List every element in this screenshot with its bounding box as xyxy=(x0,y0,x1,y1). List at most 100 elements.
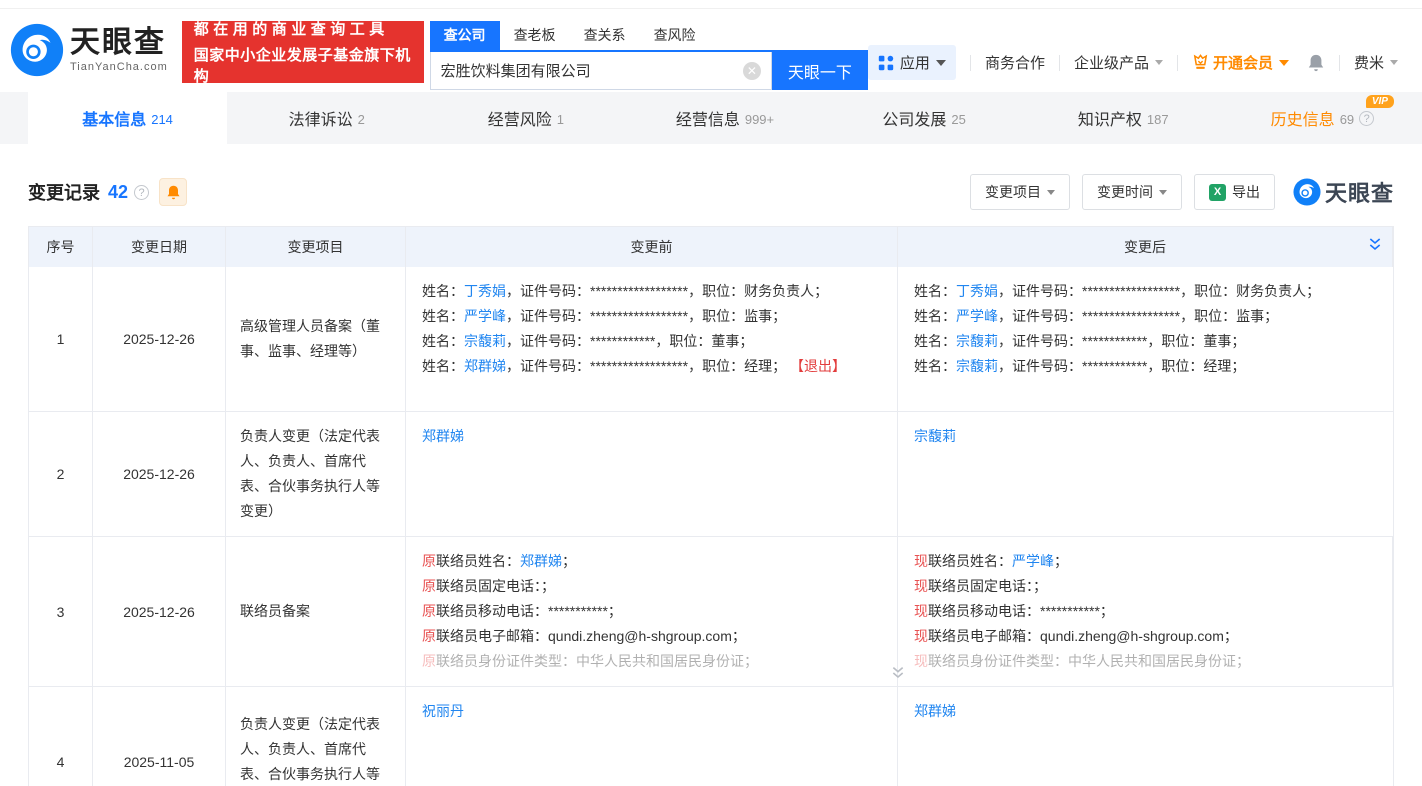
person-link[interactable]: 郑群娣 xyxy=(520,553,562,569)
person-link[interactable]: 祝丽丹 xyxy=(422,703,464,719)
search-block: 查公司查老板查关系查风险 宏胜饮料集团有限公司 ✕ 天眼一下 xyxy=(430,21,868,90)
after-cell: 现联络员姓名：严学峰；现联络员固定电话：；现联络员移动电话：**********… xyxy=(898,537,1393,686)
person-link[interactable]: 郑群娣 xyxy=(422,428,464,444)
tab-知识产权[interactable]: 知识产权187 xyxy=(1024,92,1223,144)
cell-line: 原联络员身份证件类型：中华人民共和国居民身份证； xyxy=(422,649,881,674)
tab-label: 知识产权 xyxy=(1078,106,1142,130)
cell-line: 郑群娣 xyxy=(422,424,881,449)
subscribe-bell-button[interactable] xyxy=(159,178,187,206)
search-tab-查风险[interactable]: 查风险 xyxy=(640,21,710,50)
cell-text: 联络员移动电话：***********； xyxy=(928,603,1114,619)
tab-count: 69 xyxy=(1340,112,1354,127)
watermark-text: 天眼查 xyxy=(1325,176,1394,208)
person-link[interactable]: 丁秀娟 xyxy=(956,283,998,299)
cell-line: 郑群娣 xyxy=(914,699,1377,724)
after-cell: 郑群娣 xyxy=(898,687,1393,786)
filter-change-item-button[interactable]: 变更项目 xyxy=(970,174,1070,210)
help-icon[interactable]: ? xyxy=(1359,111,1374,126)
tab-count: 214 xyxy=(151,112,173,127)
tianyancha-logo[interactable]: 天眼查 TianYanCha.com xyxy=(10,23,168,77)
person-link[interactable]: 严学峰 xyxy=(464,308,506,324)
row-index: 4 xyxy=(29,687,93,786)
after-cell: 姓名：丁秀娟，证件号码：******************，职位：财务负责人；… xyxy=(898,267,1393,411)
excel-icon: X xyxy=(1209,184,1226,201)
business-cooperation-label: 商务合作 xyxy=(985,52,1045,73)
change-date: 2025-12-26 xyxy=(93,537,226,686)
clear-search-icon[interactable]: ✕ xyxy=(743,62,761,80)
tab-公司发展[interactable]: 公司发展25 xyxy=(825,92,1024,144)
cell-text: ； xyxy=(562,553,576,569)
chevron-down-icon xyxy=(1155,60,1163,65)
export-button[interactable]: X 导出 xyxy=(1194,174,1275,210)
tab-基本信息[interactable]: 基本信息214 xyxy=(28,92,227,144)
apps-menu[interactable]: 应用 xyxy=(868,45,956,80)
expand-all-icon[interactable] xyxy=(1367,236,1383,257)
change-date: 2025-12-26 xyxy=(93,267,226,411)
tab-法律诉讼[interactable]: 法律诉讼2 xyxy=(227,92,426,144)
tab-经营风险[interactable]: 经营风险1 xyxy=(426,92,625,144)
search-input[interactable]: 宏胜饮料集团有限公司 ✕ xyxy=(430,52,772,90)
section-title: 变更记录 xyxy=(28,179,100,205)
expand-row-icon[interactable] xyxy=(890,666,906,685)
table-header-row: 序号变更日期变更项目变更前变更后 xyxy=(29,227,1393,267)
person-link[interactable]: 宗馥莉 xyxy=(914,428,956,444)
tab-经营信息[interactable]: 经营信息999+ xyxy=(625,92,824,144)
cell-line: 姓名：宗馥莉，证件号码：************，职位：经理； xyxy=(914,354,1377,379)
tab-历史信息[interactable]: 历史信息69VIP? xyxy=(1223,92,1422,144)
cell-text: 联络员身份证件类型：中华人民共和国居民身份证； xyxy=(928,653,1250,669)
cell-text: 联络员固定电话：； xyxy=(436,578,555,594)
cell-line: 现联络员身份证件类型：中华人民共和国居民身份证； xyxy=(914,649,1376,674)
company-tabs: 基本信息214法律诉讼2经营风险1经营信息999+公司发展25知识产权187历史… xyxy=(0,92,1422,144)
apps-label: 应用 xyxy=(900,52,930,73)
cell-text: 联络员移动电话：***********； xyxy=(436,603,622,619)
watermark-logo: 天眼查 xyxy=(1293,176,1394,208)
cell-text: ，证件号码：************，职位：董事； xyxy=(506,333,753,349)
notification-bell[interactable] xyxy=(1307,53,1325,73)
business-cooperation-link[interactable]: 商务合作 xyxy=(985,52,1045,73)
person-link[interactable]: 严学峰 xyxy=(1012,553,1054,569)
open-vip-menu[interactable]: 开通会员 xyxy=(1192,52,1289,73)
tab-label: 经营风险 xyxy=(488,106,552,130)
person-link[interactable]: 宗馥莉 xyxy=(956,333,998,349)
person-link[interactable]: 丁秀娟 xyxy=(464,283,506,299)
search-tab-查关系[interactable]: 查关系 xyxy=(570,21,640,50)
chevron-down-icon xyxy=(1390,60,1398,65)
filter-change-time-button[interactable]: 变更时间 xyxy=(1082,174,1182,210)
user-menu[interactable]: 费米 xyxy=(1354,52,1398,73)
search-tab-查公司[interactable]: 查公司 xyxy=(430,21,500,50)
person-link[interactable]: 宗馥莉 xyxy=(956,358,998,374)
person-link[interactable]: 严学峰 xyxy=(956,308,998,324)
change-record-table: 序号变更日期变更项目变更前变更后 12025-12-26高级管理人员备案（董事、… xyxy=(28,226,1394,786)
cell-text: 姓名： xyxy=(914,333,956,349)
help-icon[interactable]: ? xyxy=(134,185,149,200)
cell-text: ，证件号码：******************，职位：监事； xyxy=(998,308,1278,324)
person-link[interactable]: 宗馥莉 xyxy=(464,333,506,349)
change-date: 2025-11-05 xyxy=(93,687,226,786)
site-header: 天眼查 TianYanCha.com 都在用的商业查询工具 国家中小企业发展子基… xyxy=(0,9,1422,92)
search-button[interactable]: 天眼一下 xyxy=(772,52,868,90)
cell-text: 姓名： xyxy=(914,358,956,374)
table-row: 32025-12-26联络员备案原联络员姓名：郑群娣；原联络员固定电话：；原联络… xyxy=(29,537,1393,687)
cell-line: 原联络员姓名：郑群娣； xyxy=(422,549,881,574)
cell-text: 原 xyxy=(422,653,436,669)
col-header-变更日期: 变更日期 xyxy=(93,227,226,267)
chevron-down-icon xyxy=(1047,190,1055,195)
grid-icon xyxy=(878,55,894,71)
cell-text: 姓名： xyxy=(422,283,464,299)
cell-text: 原 xyxy=(422,628,436,644)
crown-icon xyxy=(1192,54,1209,71)
enterprise-products-menu[interactable]: 企业级产品 xyxy=(1074,52,1163,73)
divider xyxy=(1177,55,1178,71)
cell-text: ； xyxy=(1054,553,1068,569)
person-link[interactable]: 郑群娣 xyxy=(914,703,956,719)
search-tab-查老板[interactable]: 查老板 xyxy=(500,21,570,50)
section-header: 变更记录 42 ? 变更项目 变更时间 X 导出 xyxy=(28,174,1394,210)
cell-text: 现 xyxy=(914,553,928,569)
cell-text: 姓名： xyxy=(422,333,464,349)
header-nav: 应用 商务合作 企业级产品 开通会员 xyxy=(868,45,1398,80)
table-row: 22025-12-26负责人变更（法定代表人、负责人、首席代表、合伙事务执行人等… xyxy=(29,412,1393,537)
table-row: 42025-11-05负责人变更（法定代表人、负责人、首席代表、合伙事务执行人等… xyxy=(29,687,1393,786)
cell-line: 现联络员固定电话：； xyxy=(914,574,1376,599)
cell-line: 原联络员移动电话：***********； xyxy=(422,599,881,624)
person-link[interactable]: 郑群娣 xyxy=(464,358,506,374)
